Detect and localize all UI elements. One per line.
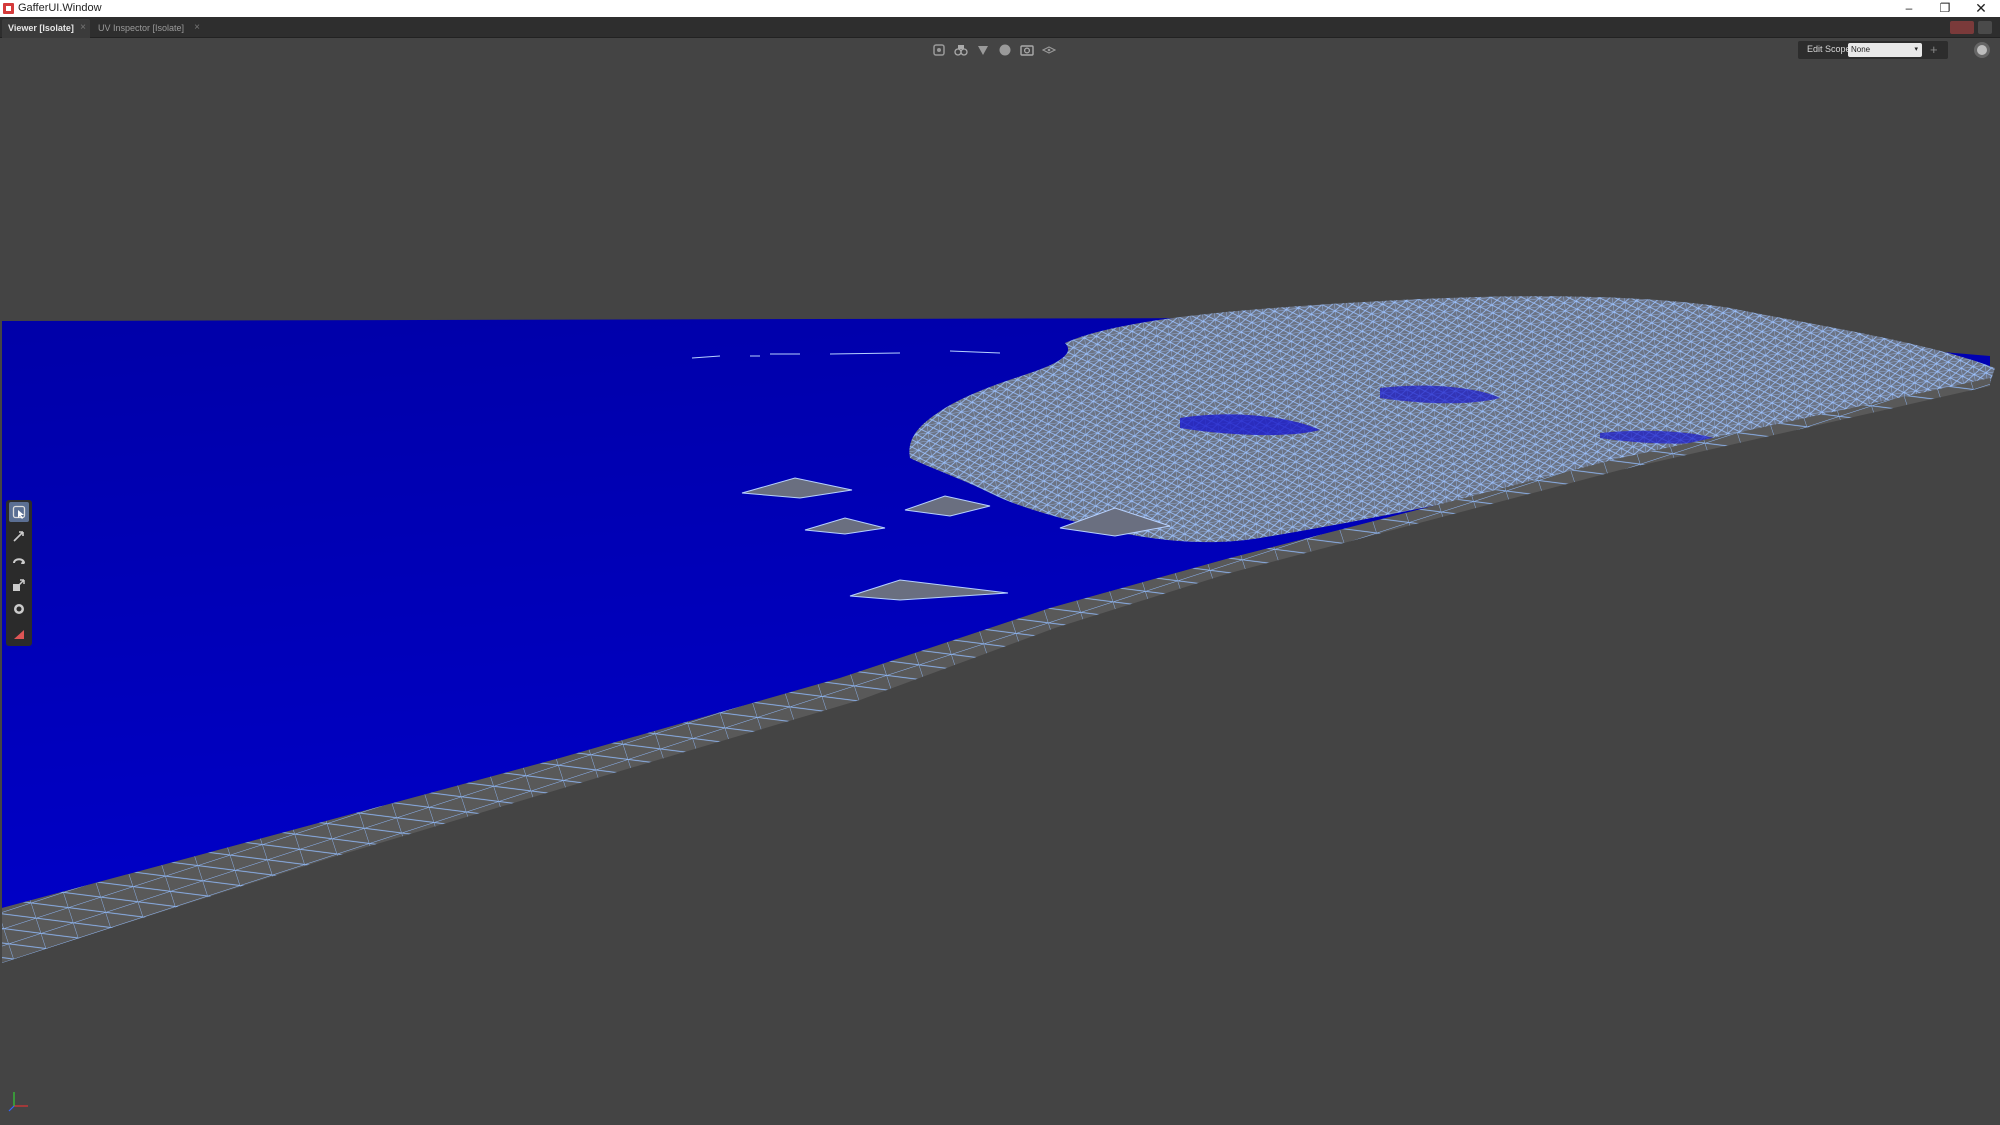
layout-controls — [1950, 21, 1992, 35]
tab-label: Viewer [Isolate] — [8, 23, 74, 33]
tab-close-icon[interactable]: × — [194, 19, 200, 37]
scene-render[interactable] — [0, 38, 2000, 1125]
crop-window-tool-icon[interactable] — [9, 624, 29, 644]
viewer-toolbar — [932, 42, 1057, 58]
minimize-button[interactable]: – — [1892, 0, 1926, 17]
chevron-down-icon: ▾ — [1914, 46, 1918, 53]
restore-button[interactable]: ❐ — [1928, 0, 1962, 17]
selection-tool-icon[interactable] — [9, 502, 29, 523]
scale-tool-icon[interactable] — [9, 575, 29, 595]
tab-viewer[interactable]: Viewer [Isolate] × — [2, 19, 90, 38]
viewer-settings-gear-icon[interactable] — [1974, 42, 1990, 58]
editor-tab-bar: Viewer [Isolate] × UV Inspector [Isolate… — [0, 17, 2000, 38]
close-window-button[interactable]: ✕ — [1964, 0, 1998, 17]
window-title-bar: GafferUI.Window – ❐ ✕ — [0, 0, 2000, 17]
edit-scope-label: Edit Scope — [1807, 44, 1851, 54]
edit-scope-value: None — [1851, 45, 1871, 54]
translate-tool-icon[interactable] — [9, 526, 29, 546]
window-title: GafferUI.Window — [18, 2, 102, 14]
snapshot-camera-icon[interactable] — [1020, 43, 1034, 57]
layout-menu-icon[interactable] — [1978, 21, 1992, 34]
camera-settings-icon[interactable] — [932, 43, 946, 57]
inspector-icon[interactable] — [1041, 43, 1057, 57]
viewer-viewport[interactable]: Edit Scope None ▾ + — [0, 38, 2000, 1125]
tool-shelf — [6, 500, 32, 646]
add-edit-scope-button[interactable]: + — [1930, 42, 1938, 57]
tab-close-icon[interactable]: × — [80, 19, 86, 37]
rotate-tool-icon[interactable] — [9, 551, 29, 571]
pin-icon[interactable] — [1950, 21, 1974, 34]
axis-gizmo-icon — [8, 1092, 28, 1112]
gaffer-logo-icon — [3, 3, 14, 14]
edit-scope-widget: Edit Scope None ▾ + — [1798, 41, 1948, 59]
tab-uv-inspector[interactable]: UV Inspector [Isolate] × — [92, 19, 204, 38]
solid-sphere-icon[interactable] — [998, 43, 1012, 57]
scene-gadget-icon[interactable] — [954, 43, 968, 57]
tab-label: UV Inspector [Isolate] — [98, 23, 185, 33]
camera-tool-icon[interactable] — [9, 599, 29, 619]
shading-mode-icon[interactable] — [976, 43, 990, 57]
edit-scope-dropdown[interactable]: None ▾ — [1848, 43, 1922, 57]
